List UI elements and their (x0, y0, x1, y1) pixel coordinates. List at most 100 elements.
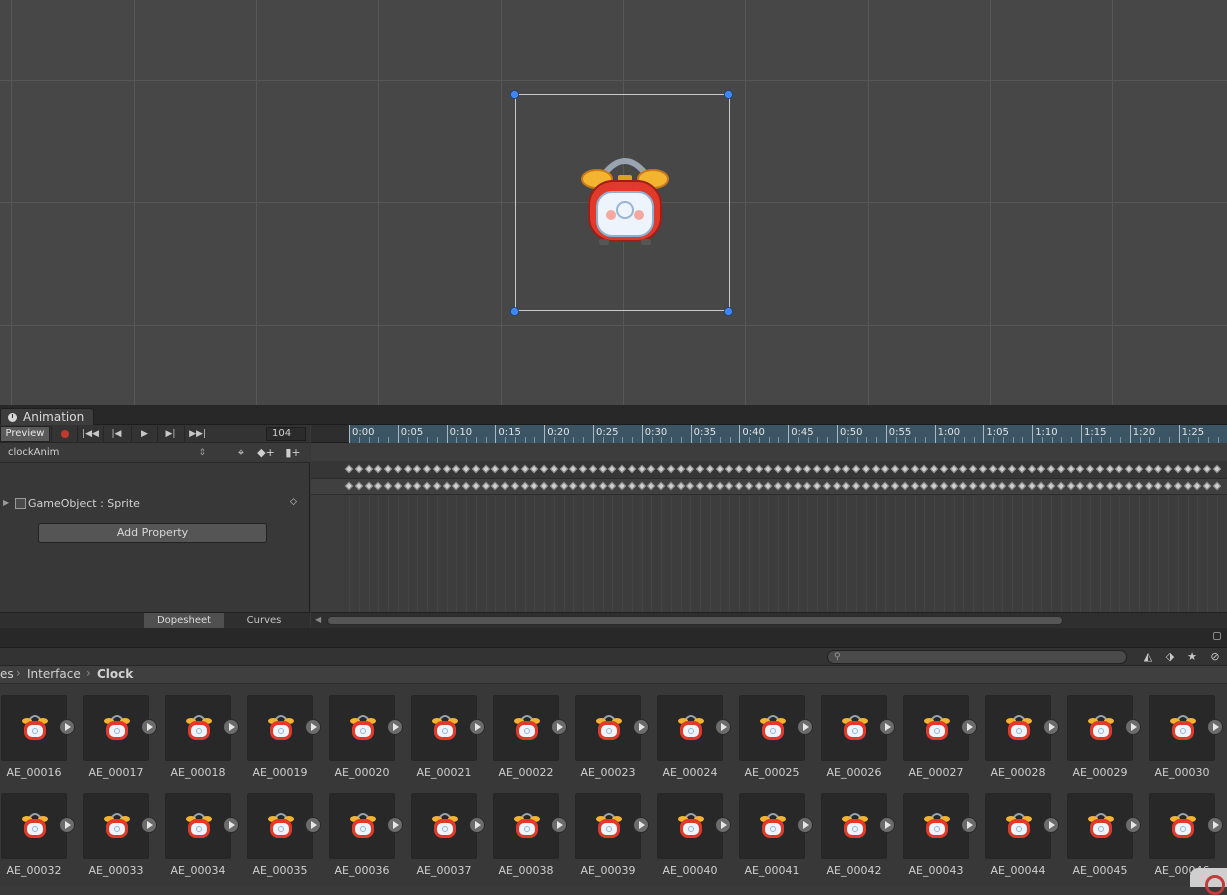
asset-thumbnail[interactable] (493, 793, 559, 859)
keyframe[interactable] (998, 464, 1007, 474)
keyframe[interactable] (1037, 481, 1046, 491)
keyframe[interactable] (1124, 481, 1134, 491)
keyframe[interactable] (656, 481, 666, 491)
keyframe[interactable] (569, 481, 578, 491)
keyframe[interactable] (598, 464, 607, 474)
keyframe[interactable] (1183, 481, 1192, 491)
record-button[interactable] (51, 426, 77, 442)
keyframe[interactable] (588, 464, 597, 474)
keyframe[interactable] (1027, 481, 1036, 491)
keyframe[interactable] (890, 481, 900, 491)
keyframe[interactable] (1046, 464, 1056, 474)
keyframe[interactable] (851, 464, 861, 474)
expand-play-icon[interactable] (797, 719, 813, 735)
keyframe[interactable] (1056, 481, 1065, 491)
timeline-scrollbar[interactable]: ◀ (311, 612, 1227, 628)
keyframe[interactable] (491, 481, 500, 491)
search-by-label-button[interactable]: ⬗ (1160, 649, 1180, 665)
keyframe[interactable] (754, 481, 763, 491)
keyframe[interactable] (500, 481, 510, 491)
keyframe[interactable] (1163, 481, 1173, 491)
keyframe[interactable] (403, 481, 412, 491)
last-keyframe-button[interactable]: ▶▶| (184, 426, 210, 442)
keyframe[interactable] (676, 481, 685, 491)
expand-play-icon[interactable] (59, 719, 75, 735)
keyframe[interactable] (744, 464, 753, 474)
timeline-ruler[interactable]: 0:00 0:05 0:10 0:15 0:20 0:25 0:30 0:35 0:40 0:45… (311, 425, 1227, 443)
resize-handle-bottom-left[interactable] (510, 307, 519, 316)
keyframe[interactable] (1154, 464, 1163, 474)
keyframe[interactable] (413, 481, 422, 491)
scroll-left-icon[interactable]: ◀ (315, 615, 321, 624)
keyframe[interactable] (1115, 464, 1124, 474)
keyframe[interactable] (481, 481, 490, 491)
expand-play-icon[interactable] (141, 719, 157, 735)
keyframe[interactable] (413, 464, 422, 474)
keyframe[interactable] (627, 464, 636, 474)
keyframe[interactable] (734, 481, 744, 491)
property-row[interactable]: ▶ GameObject : Sprite ◇ (0, 495, 310, 513)
keyframe[interactable] (1007, 464, 1017, 474)
keyframe[interactable] (695, 464, 705, 474)
keyframe[interactable] (920, 464, 929, 474)
keyframe[interactable] (949, 481, 958, 491)
play-button[interactable]: ▶ (131, 426, 157, 442)
keyframe[interactable] (637, 481, 646, 491)
keyframe[interactable] (666, 481, 675, 491)
filter-by-selection-button[interactable]: ⌖ (229, 445, 253, 461)
keyframe[interactable] (695, 481, 705, 491)
keyframe[interactable] (393, 481, 402, 491)
keyframe[interactable] (871, 481, 880, 491)
keyframe[interactable] (1154, 481, 1163, 491)
keyframe[interactable] (1144, 481, 1153, 491)
keyframe[interactable] (754, 464, 763, 474)
notification-badge[interactable] (1190, 868, 1227, 895)
keyframe[interactable] (452, 481, 461, 491)
keyframe[interactable] (773, 481, 783, 491)
expand-play-icon[interactable] (715, 719, 731, 735)
keyframe[interactable] (725, 481, 734, 491)
keyframe[interactable] (1193, 464, 1202, 474)
keyframe[interactable] (569, 464, 578, 474)
asset-thumbnail[interactable] (165, 793, 231, 859)
keyframe[interactable] (881, 464, 890, 474)
expand-play-icon[interactable] (551, 719, 567, 735)
keyframe[interactable] (520, 481, 529, 491)
keyframe[interactable] (822, 481, 831, 491)
keyframe[interactable] (900, 464, 909, 474)
scrollbar-thumb[interactable] (327, 616, 1063, 625)
keyframe[interactable] (1144, 464, 1153, 474)
expand-play-icon[interactable] (715, 817, 731, 833)
keyframe[interactable] (598, 481, 607, 491)
preview-button[interactable]: Preview (0, 426, 50, 442)
keyframe[interactable] (725, 464, 734, 474)
keyframe[interactable] (939, 481, 948, 491)
keyframe[interactable] (920, 481, 929, 491)
keyframe[interactable] (1076, 481, 1085, 491)
asset-thumbnail[interactable] (1067, 793, 1133, 859)
asset-thumbnail[interactable] (1067, 695, 1133, 761)
asset-thumbnail[interactable] (83, 793, 149, 859)
prev-keyframe-button[interactable]: |◀ (103, 426, 129, 442)
expand-play-icon[interactable] (1125, 817, 1141, 833)
asset-thumbnail[interactable] (411, 793, 477, 859)
keyframe[interactable] (1017, 481, 1026, 491)
asset-thumbnail[interactable] (329, 793, 395, 859)
keyframe[interactable] (617, 481, 627, 491)
keyframe[interactable] (510, 481, 519, 491)
keyframe[interactable] (1134, 464, 1143, 474)
asset-thumbnail[interactable] (411, 695, 477, 761)
keyframe[interactable] (968, 464, 978, 474)
expand-play-icon[interactable] (469, 817, 485, 833)
keyframe[interactable] (871, 464, 880, 474)
keyframe[interactable] (442, 464, 451, 474)
keyframe[interactable] (1183, 464, 1192, 474)
keyframe[interactable] (1066, 481, 1075, 491)
keyframe[interactable] (929, 481, 939, 491)
search-input[interactable]: ⚲ (827, 650, 1127, 664)
keyframe[interactable] (812, 464, 822, 474)
keyframe[interactable] (842, 481, 851, 491)
asset-thumbnail[interactable] (165, 695, 231, 761)
keyframe[interactable] (608, 481, 617, 491)
tab-animation[interactable]: Animation (0, 408, 94, 426)
